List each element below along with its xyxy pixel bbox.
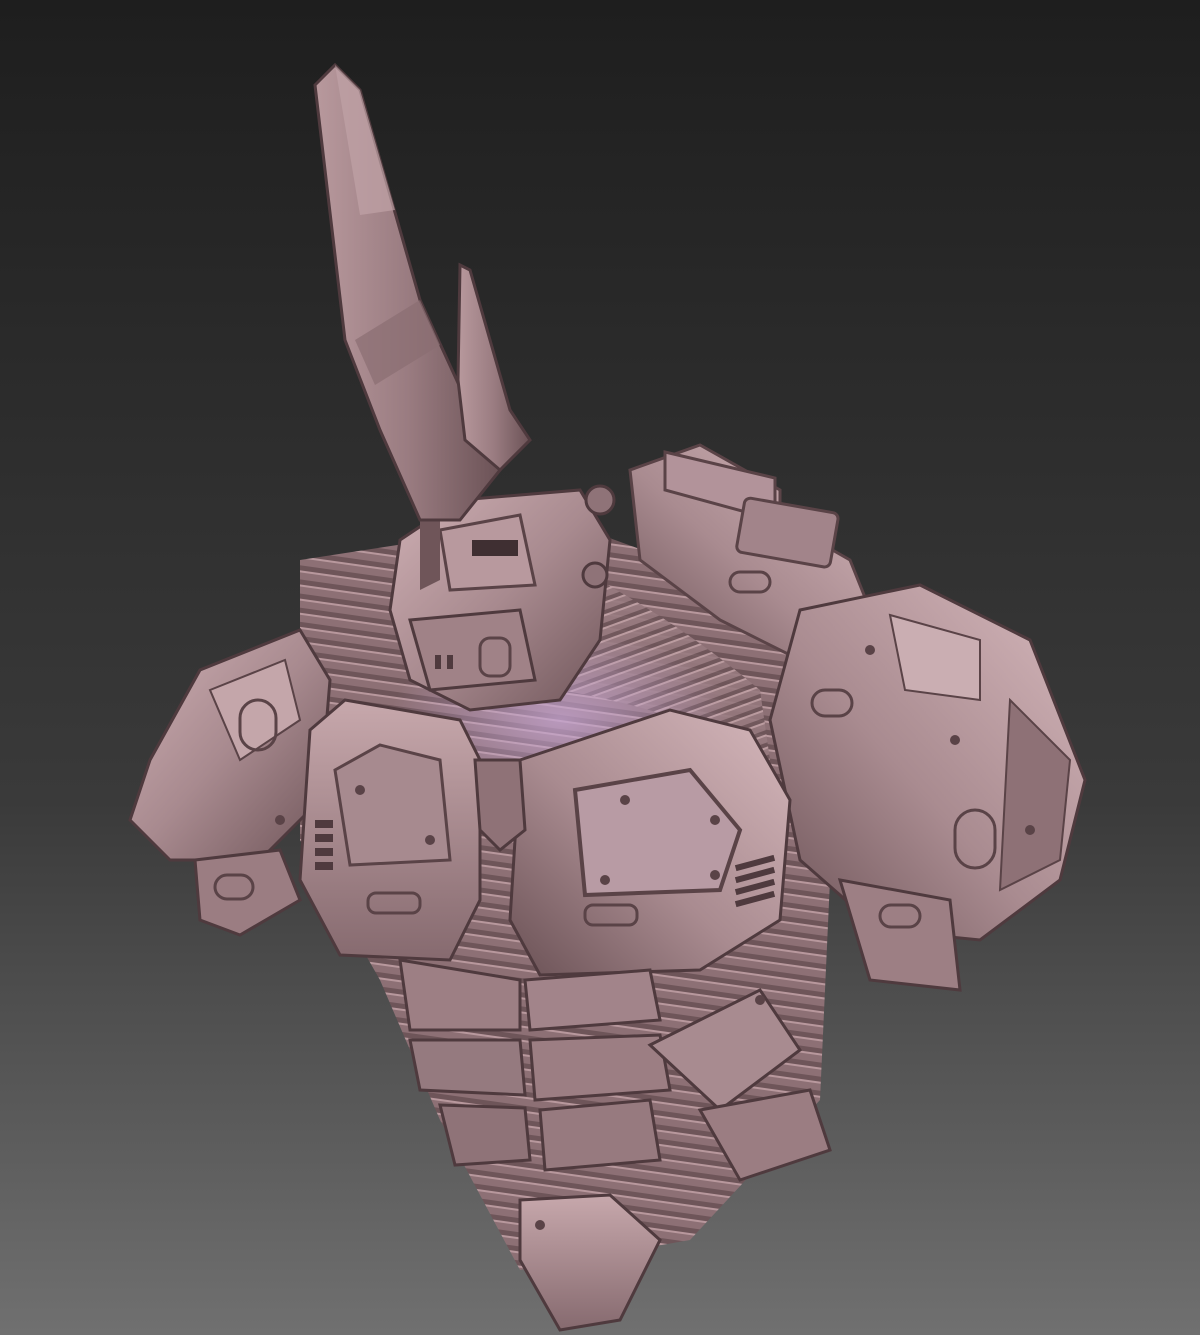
helmet-bolt xyxy=(581,561,609,589)
right-chest-plate xyxy=(508,708,792,977)
helmet-bolt xyxy=(584,484,616,516)
jaw-guard xyxy=(408,608,537,692)
armored-rhino-bust-render xyxy=(0,0,1200,1335)
sculpt-viewport xyxy=(0,0,1200,1335)
left-chest-plate xyxy=(298,698,482,962)
eye-slot xyxy=(472,540,518,556)
